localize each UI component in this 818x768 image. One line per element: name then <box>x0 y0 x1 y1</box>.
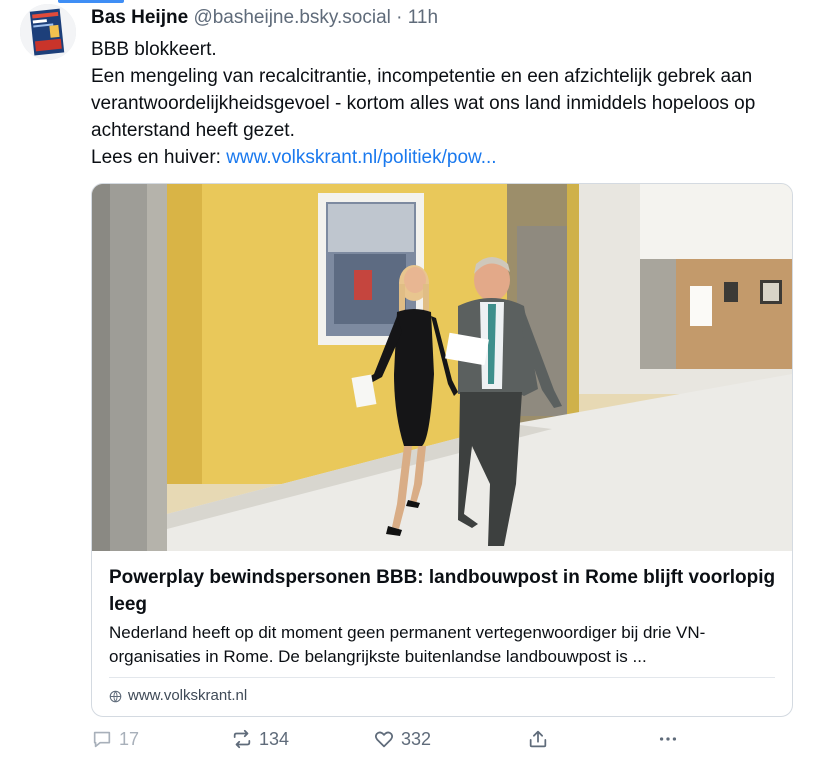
globe-icon <box>109 690 122 702</box>
share-icon <box>529 730 547 748</box>
post-actions: 17 134 332 <box>91 728 791 758</box>
repost-count: 134 <box>259 728 290 749</box>
article-link[interactable]: www.volkskrant.nl/politiek/pow... <box>226 147 496 168</box>
like-count: 332 <box>401 728 432 749</box>
author-name[interactable]: Bas Heijne <box>91 7 188 28</box>
card-domain-text: www.volkskrant.nl <box>128 687 248 704</box>
post-line: Een mengeling van recalcitrantie, incomp… <box>91 66 756 141</box>
link-prefix: Lees en huiver: <box>91 147 227 168</box>
separator-dot: · <box>396 7 403 28</box>
more-icon <box>659 737 677 741</box>
avatar[interactable] <box>20 4 76 60</box>
article-thumbnail-image <box>92 184 792 551</box>
post-header: Bas Heijne @basheijne.bsky.social · 11h <box>91 6 438 30</box>
card-description: Nederland heeft op dit moment geen perma… <box>109 623 706 666</box>
card-divider <box>109 677 775 678</box>
like-button[interactable]: 332 <box>373 728 431 750</box>
like-icon <box>374 731 394 748</box>
card-domain: www.volkskrant.nl <box>109 686 247 706</box>
link-preview-card[interactable]: Powerplay bewindspersonen BBB: landbouwp… <box>91 183 793 717</box>
reply-icon <box>93 731 111 748</box>
post-link-line: Lees en huiver: www.volkskrant.nl/politi… <box>91 144 791 171</box>
repost-icon <box>233 729 251 749</box>
author-handle[interactable]: @basheijne.bsky.social <box>193 7 390 28</box>
card-title[interactable]: Powerplay bewindspersonen BBB: landbouwp… <box>109 564 779 618</box>
reply-button[interactable]: 17 <box>91 728 139 750</box>
more-options-button[interactable] <box>657 728 679 750</box>
repost-button[interactable]: 134 <box>231 728 289 750</box>
share-button[interactable] <box>527 728 549 750</box>
avatar-book-cover-image <box>20 4 76 60</box>
post-time[interactable]: 11h <box>408 7 438 28</box>
top-accent-bar <box>58 0 124 3</box>
reply-count: 17 <box>119 728 140 749</box>
post-line: BBB blokkeert. <box>91 39 217 60</box>
post-text: BBB blokkeert. Een mengeling van recalci… <box>91 36 791 171</box>
